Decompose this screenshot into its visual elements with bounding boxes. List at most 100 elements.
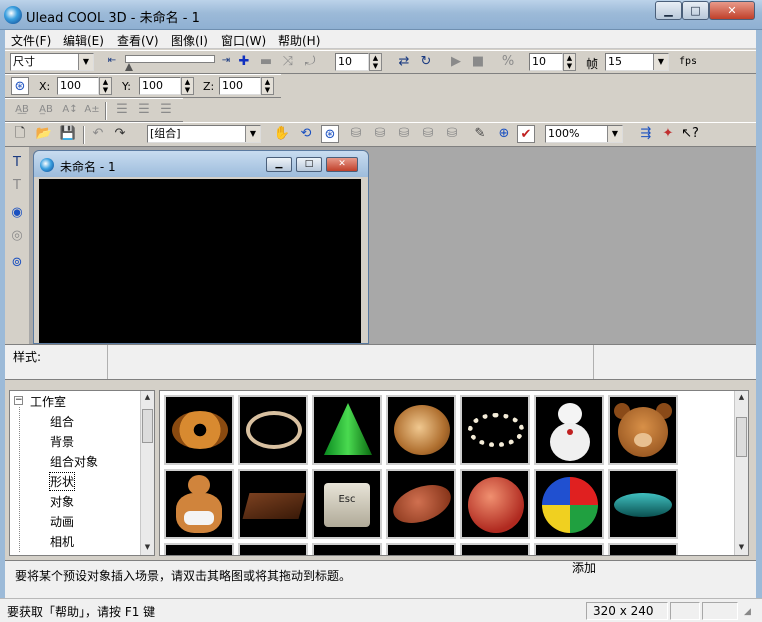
timeline-slider[interactable] xyxy=(125,55,215,63)
insert-geometric-icon[interactable]: ◉ xyxy=(8,204,26,222)
document-close-button[interactable]: ✕ xyxy=(326,157,358,172)
ring-thumbnail[interactable] xyxy=(238,395,308,465)
new-file-icon[interactable]: 🗋 xyxy=(11,125,29,143)
chevron-down-icon[interactable]: ▼ xyxy=(653,54,668,70)
scroll-thumb[interactable] xyxy=(736,417,747,457)
tree-item-background[interactable]: 背景 xyxy=(50,433,74,450)
tree-item-shape[interactable]: 形状 xyxy=(48,472,76,491)
frame-number-input[interactable]: 10 xyxy=(335,53,369,71)
chevron-down-icon[interactable]: ▼ xyxy=(607,126,622,142)
tree-item-group-object[interactable]: 组合对象 xyxy=(50,453,98,470)
menu-edit[interactable]: 编辑(E) xyxy=(63,32,104,49)
scroll-down-icon[interactable]: ▼ xyxy=(141,541,154,554)
refresh-icon[interactable]: ↻ xyxy=(417,53,435,71)
menu-window[interactable]: 窗口(W) xyxy=(221,32,266,49)
open-folder-icon[interactable]: 📂 xyxy=(35,125,53,143)
frame-count-spinner[interactable]: ▲ ▼ xyxy=(563,53,576,71)
esc-key-thumbnail[interactable]: Esc xyxy=(312,469,382,539)
loop-icon[interactable]: ⇄ xyxy=(395,53,413,71)
gallery-thumbnail[interactable] xyxy=(238,543,308,555)
gallery-thumbnail[interactable] xyxy=(534,543,604,555)
hint-text: 要将某个预设对象插入场景，请双击其略图或将其拖动到标题。 xyxy=(15,569,352,583)
render-canvas[interactable] xyxy=(39,179,361,343)
scroll-up-icon[interactable]: ▲ xyxy=(141,391,154,404)
document-maximize-button[interactable]: □ xyxy=(296,157,322,172)
slider-thumb[interactable] xyxy=(125,63,133,71)
football-thumbnail[interactable] xyxy=(386,469,457,539)
document-title-bar[interactable]: 未命名 - 1 ▁ □ ✕ xyxy=(34,151,368,177)
chocolate-bar-thumbnail[interactable] xyxy=(238,469,308,539)
beach-ball-thumbnail[interactable] xyxy=(534,469,604,539)
donut-thumbnail[interactable] xyxy=(164,395,234,465)
menu-help[interactable]: 帮助(H) xyxy=(278,32,320,49)
tree-collapse-icon[interactable]: − xyxy=(14,396,23,405)
paint-icon[interactable]: ✎ xyxy=(471,125,489,143)
y-spinner[interactable]: ▲ ▼ xyxy=(181,77,194,95)
snowman-thumbnail[interactable] xyxy=(534,395,604,465)
scroll-thumb[interactable] xyxy=(142,409,153,443)
gallery-thumbnail[interactable] xyxy=(608,543,678,555)
hand-icon[interactable]: ✋ xyxy=(273,125,291,143)
gallery-thumbnail[interactable] xyxy=(312,543,382,555)
object-toolstrip: T T ◉ ◎ ⊚ xyxy=(5,148,29,344)
move-target-icon[interactable]: ⊛ xyxy=(321,125,339,143)
y-input[interactable]: 100 xyxy=(139,77,181,95)
tree-item-object[interactable]: 对象 xyxy=(50,493,74,510)
tree-item-group[interactable]: 组合 xyxy=(50,413,74,430)
chevron-down-icon[interactable]: ▼ xyxy=(245,126,260,142)
menu-file[interactable]: 文件(F) xyxy=(11,32,51,49)
object-group-combo[interactable]: [组合] ▼ xyxy=(147,125,261,143)
bear-thumbnail[interactable] xyxy=(608,395,678,465)
chevron-down-icon[interactable]: ▼ xyxy=(78,54,93,70)
zoom-combo[interactable]: 100% ▼ xyxy=(545,125,623,143)
resize-grip-icon[interactable]: ◢ xyxy=(744,607,751,617)
scroll-down-icon[interactable]: ▼ xyxy=(735,541,748,554)
basketball-thumbnail[interactable] xyxy=(460,469,530,539)
gallery-scrollbar[interactable]: ▲ ▼ xyxy=(734,391,748,555)
maximize-button[interactable]: □ xyxy=(682,1,709,20)
insert-graphic-icon[interactable]: ⊚ xyxy=(8,254,26,272)
insert-text-icon[interactable]: T xyxy=(8,154,26,172)
gallery-thumbnail[interactable] xyxy=(460,543,530,555)
menu-image[interactable]: 图像(I) xyxy=(171,32,208,49)
cone-thumbnail[interactable] xyxy=(312,395,382,465)
position-mode-icon[interactable]: ⊛ xyxy=(11,77,29,95)
tree-root[interactable]: 工作室 xyxy=(30,393,66,410)
fps-combo[interactable]: 15 ▼ xyxy=(605,53,669,71)
rotate-hand-icon[interactable]: ⟲ xyxy=(297,125,315,143)
x-spinner[interactable]: ▲ ▼ xyxy=(99,77,112,95)
wood-disc-thumbnail[interactable] xyxy=(386,395,456,465)
context-help-icon[interactable]: ↖? xyxy=(681,125,699,143)
export-icon[interactable]: ⇶ xyxy=(637,125,655,143)
app-icon[interactable] xyxy=(4,6,22,24)
menu-view[interactable]: 查看(V) xyxy=(117,32,159,49)
tree-item-animation[interactable]: 动画 xyxy=(50,513,74,530)
globe-icon[interactable]: ⊕ xyxy=(495,125,513,143)
frame-number-spinner[interactable]: ▲ ▼ xyxy=(369,53,382,71)
gallery-thumbnail[interactable] xyxy=(164,543,234,555)
document-window: 未命名 - 1 ▁ □ ✕ xyxy=(33,150,369,344)
pearl-necklace-thumbnail[interactable] xyxy=(460,395,530,465)
plugin-icon[interactable]: ✦ xyxy=(659,125,677,143)
check-icon[interactable]: ✔ xyxy=(517,125,535,143)
tree-item-camera[interactable]: 相机 xyxy=(50,533,74,550)
redo-icon[interactable]: ↷ xyxy=(111,125,129,143)
first-frame-icon[interactable]: ⇤ xyxy=(103,52,121,70)
close-button[interactable]: ✕ xyxy=(709,1,755,20)
tree-scrollbar[interactable]: ▲ ▼ xyxy=(140,391,154,555)
add-frame-icon[interactable]: ✚ xyxy=(235,53,253,71)
z-spinner[interactable]: ▲ ▼ xyxy=(261,77,274,95)
add-button[interactable]: 添加 xyxy=(572,561,602,593)
scroll-up-icon[interactable]: ▲ xyxy=(735,391,748,404)
last-frame-icon[interactable]: ⇥ xyxy=(217,52,235,70)
gingerbread-thumbnail[interactable] xyxy=(164,469,234,539)
spinning-top-thumbnail[interactable] xyxy=(608,469,678,539)
minimize-button[interactable]: ▁ xyxy=(655,1,682,20)
save-icon[interactable]: 💾 xyxy=(59,125,77,143)
gallery-thumbnail[interactable] xyxy=(386,543,456,555)
frame-count-input[interactable]: 10 xyxy=(529,53,563,71)
z-input[interactable]: 100 xyxy=(219,77,261,95)
document-minimize-button[interactable]: ▁ xyxy=(266,157,292,172)
size-combo[interactable]: 尺寸 ▼ xyxy=(10,53,94,71)
x-input[interactable]: 100 xyxy=(57,77,99,95)
